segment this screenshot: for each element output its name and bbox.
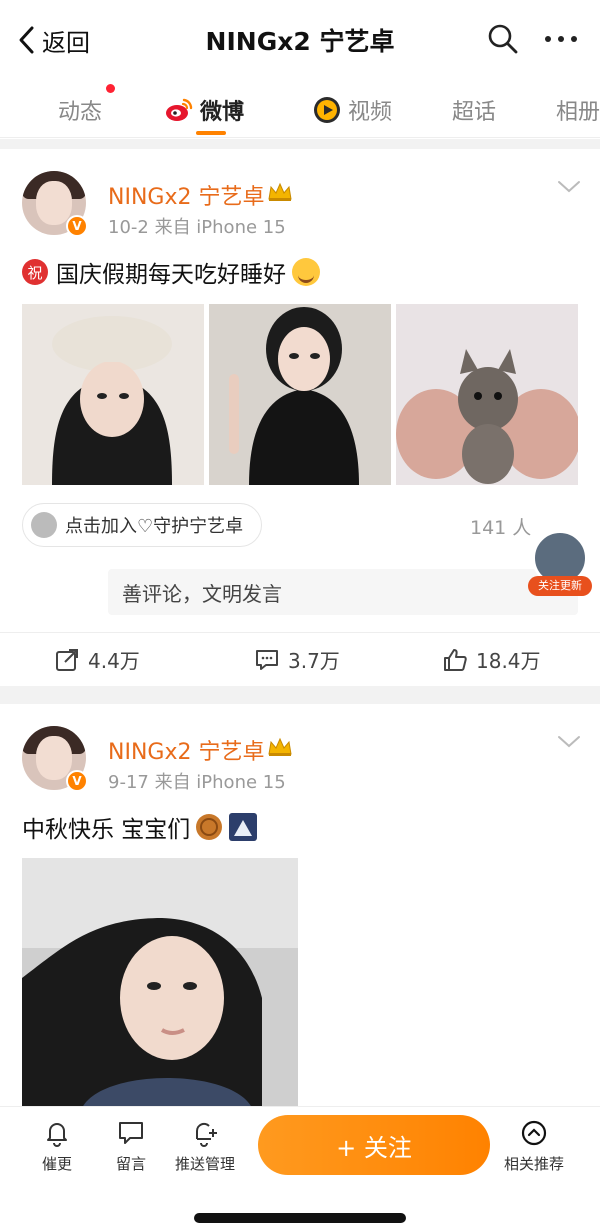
- post-text-row: 中秋快乐 宝宝们: [22, 810, 258, 844]
- tab-dynamic[interactable]: 动态: [58, 90, 102, 130]
- search-icon[interactable]: [486, 22, 520, 56]
- post-image[interactable]: [209, 304, 391, 485]
- crown-icon: [268, 737, 292, 756]
- active-tab-indicator: [196, 131, 226, 135]
- bell-icon: [47, 1123, 67, 1147]
- video-icon: [314, 97, 340, 123]
- share-icon: [56, 648, 78, 671]
- thumbs-up-icon: [444, 648, 467, 671]
- post-actions: 4.4万 3.7万 18.4万: [0, 632, 600, 692]
- tab-label: 视频: [348, 100, 393, 125]
- chevron-down-icon[interactable]: [556, 734, 582, 750]
- post-username[interactable]: NINGx2 宁艺卓: [108, 179, 264, 211]
- top-navigation-bar: 返回 NINGx2 宁艺卓: [0, 0, 600, 80]
- like-count: 18.4万: [476, 649, 541, 673]
- celebration-badge-icon: 祝: [22, 259, 48, 285]
- post-text: 中秋快乐 宝宝们: [22, 817, 191, 843]
- post-text: 国庆假期每天吃好睡好: [56, 262, 286, 288]
- bottom-toolbar: 催更 留言 推送管理 + 关注 相关推荐: [0, 1106, 600, 1232]
- fan-club-join-button[interactable]: 点击加入♡守护宁艺卓: [22, 503, 263, 547]
- tab-label: 动态: [58, 100, 103, 125]
- repost-count: 4.4万: [88, 649, 140, 673]
- sticker-icon: [229, 813, 258, 841]
- urge-label: 催更: [41, 1155, 72, 1173]
- verified-badge-icon: V: [66, 215, 88, 237]
- like-button[interactable]: 18.4万: [442, 645, 541, 674]
- post-image[interactable]: [22, 304, 204, 485]
- push-settings-button[interactable]: 推送管理: [165, 1119, 245, 1174]
- flower-icon: [31, 512, 57, 538]
- comment-input[interactable]: 善评论，文明发言: [108, 569, 578, 615]
- notification-dot: [106, 84, 115, 93]
- home-indicator: [194, 1213, 406, 1223]
- repost-button[interactable]: 4.4万: [54, 645, 140, 674]
- message-button[interactable]: 留言: [91, 1119, 171, 1174]
- comment-icon: [256, 649, 278, 670]
- profile-tabs: 动态 微博 视频 超话 相册: [0, 80, 600, 138]
- message-label: 留言: [115, 1155, 146, 1173]
- crown-icon: [268, 182, 292, 201]
- post-username[interactable]: NINGx2 宁艺卓: [108, 734, 264, 766]
- comment-button[interactable]: 3.7万: [254, 645, 340, 674]
- tab-label: 超话: [452, 100, 497, 125]
- message-icon: [119, 1122, 143, 1144]
- fan-club-label: 点击加入♡守护宁艺卓: [65, 516, 244, 537]
- tab-video[interactable]: 视频: [312, 90, 392, 130]
- chevron-down-icon[interactable]: [556, 179, 582, 195]
- bell-plus-icon: [195, 1122, 217, 1147]
- tab-label: 相册: [556, 100, 600, 125]
- divider: [0, 139, 600, 149]
- weibo-logo-icon: [166, 98, 193, 121]
- post-image[interactable]: [22, 858, 298, 1106]
- post-meta: 10-2 来自 iPhone 15: [108, 217, 286, 238]
- tab-weibo[interactable]: 微博: [164, 90, 244, 130]
- mooncake-emoji-icon: [196, 814, 223, 840]
- follow-button[interactable]: + 关注: [258, 1115, 490, 1175]
- fan-count: 141 人: [470, 517, 532, 539]
- push-label: 推送管理: [174, 1155, 235, 1173]
- tab-super-topic[interactable]: 超话: [452, 90, 496, 130]
- urge-update-button[interactable]: 催更: [17, 1119, 97, 1174]
- related-label: 相关推荐: [503, 1155, 564, 1173]
- floating-follow-update[interactable]: 关注更新: [528, 530, 592, 600]
- related-recommendations-button[interactable]: 相关推荐: [494, 1119, 574, 1174]
- post-meta: 9-17 来自 iPhone 15: [108, 772, 286, 793]
- post-card: V NINGx2 宁艺卓 9-17 来自 iPhone 15 中秋快乐 宝宝们: [0, 704, 600, 1106]
- verified-badge-icon: V: [66, 770, 88, 792]
- tab-album[interactable]: 相册: [556, 90, 600, 130]
- smiling-face-emoji-icon: [292, 258, 320, 286]
- comment-count: 3.7万: [288, 649, 340, 673]
- post-image[interactable]: [396, 304, 578, 485]
- follow-update-label: 关注更新: [528, 576, 592, 596]
- divider: [0, 686, 600, 704]
- post-card: V NINGx2 宁艺卓 10-2 来自 iPhone 15 祝 国庆假期每天吃…: [0, 149, 600, 686]
- chevron-up-circle-icon: [521, 1120, 547, 1146]
- post-text-row: 祝 国庆假期每天吃好睡好: [22, 255, 320, 289]
- more-options-icon[interactable]: [542, 26, 580, 52]
- tab-label: 微博: [200, 100, 245, 125]
